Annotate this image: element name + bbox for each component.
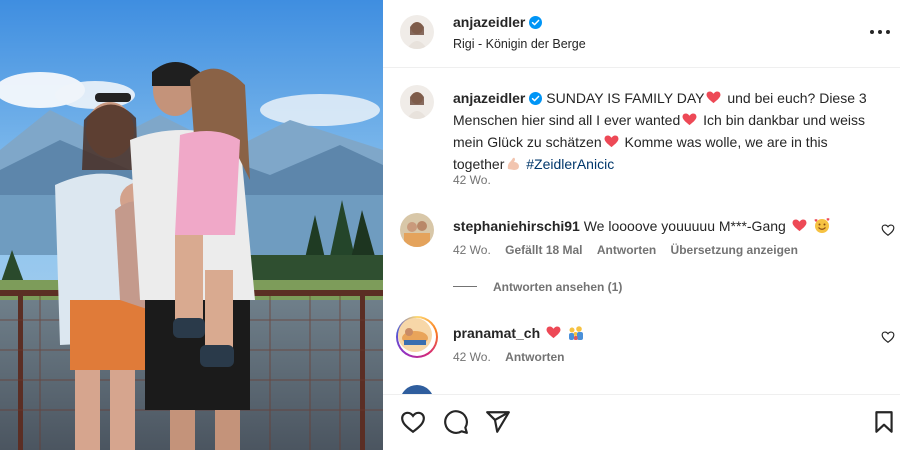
comment-time[interactable]: 42 Wo.	[453, 243, 491, 257]
family-emoji-icon	[568, 326, 583, 340]
like-comment-heart-icon[interactable]	[881, 330, 895, 344]
post-action-bar	[383, 394, 900, 450]
reply-button[interactable]: Antworten	[597, 243, 656, 257]
caption-part-1: SUNDAY IS FAMILY DAY	[546, 90, 705, 106]
caption-time[interactable]: 42 Wo.	[453, 173, 491, 187]
post-panel: anjazeidler Rigi - Königin der Berge anj…	[383, 0, 900, 450]
comment-bubble-icon[interactable]	[443, 409, 469, 435]
bookmark-icon[interactable]	[871, 409, 897, 435]
more-options-icon[interactable]	[870, 24, 890, 40]
flexed-biceps-emoji-icon	[508, 157, 520, 170]
paper-plane-icon[interactable]	[485, 409, 511, 435]
translate-button[interactable]: Übersetzung anzeigen	[671, 243, 798, 257]
comments-list: anjazeidler SUNDAY IS FAMILY DAY und bei…	[383, 69, 900, 394]
red-heart-emoji-icon	[792, 219, 807, 232]
caption-hashtag[interactable]: #ZeidlerAnicic	[526, 156, 614, 172]
story-ring[interactable]	[396, 316, 438, 358]
verified-badge-icon	[529, 16, 543, 29]
caption-author-avatar[interactable]	[400, 85, 434, 119]
caption-username[interactable]: anjazeidler	[453, 90, 525, 106]
author-avatar[interactable]	[400, 15, 434, 49]
view-replies-button[interactable]: Antworten ansehen (1)	[453, 280, 622, 294]
family-photo-image	[0, 0, 383, 450]
caption-meta: 42 Wo.	[453, 173, 502, 187]
comment-text: pranamat_ch	[453, 322, 873, 344]
comment-likes-count[interactable]: Gefällt 18 Mal	[505, 243, 582, 257]
red-heart-emoji-icon	[682, 113, 697, 126]
post-photo[interactable]	[0, 0, 383, 450]
comment-time[interactable]: 42 Wo.	[453, 350, 491, 364]
verified-badge-icon	[529, 92, 543, 105]
author-username[interactable]: anjazeidler	[453, 14, 525, 30]
red-heart-emoji-icon	[604, 135, 619, 148]
heart-outline-icon[interactable]	[400, 409, 426, 435]
comment-username[interactable]: pranamat_ch	[453, 325, 540, 341]
smiling-face-with-hearts-emoji-icon	[814, 218, 830, 233]
commenter-avatar	[398, 318, 432, 352]
commenter-avatar[interactable]	[400, 385, 434, 394]
reply-button[interactable]: Antworten	[505, 350, 564, 364]
view-replies-label: Antworten ansehen (1)	[493, 280, 623, 294]
comment-username[interactable]: stephaniehirschi91	[453, 218, 580, 234]
post-header: anjazeidler Rigi - Königin der Berge	[383, 0, 900, 68]
replies-divider-line	[453, 286, 477, 287]
comment-meta: 42 Wo. Gefällt 18 Mal Antworten Übersetz…	[453, 243, 809, 257]
caption-text: anjazeidler SUNDAY IS FAMILY DAY und bei…	[453, 87, 873, 175]
red-heart-emoji-icon	[546, 326, 561, 339]
post-location[interactable]: Rigi - Königin der Berge	[453, 37, 586, 51]
comment-body: We loooove youuuuu M***-Gang	[583, 218, 786, 234]
like-comment-heart-icon[interactable]	[881, 223, 895, 237]
red-heart-emoji-icon	[707, 91, 721, 104]
comment-meta: 42 Wo. Antworten	[453, 350, 575, 364]
commenter-avatar[interactable]	[400, 213, 434, 247]
comment-text: stephaniehirschi91 We loooove youuuuu M*…	[453, 215, 873, 237]
